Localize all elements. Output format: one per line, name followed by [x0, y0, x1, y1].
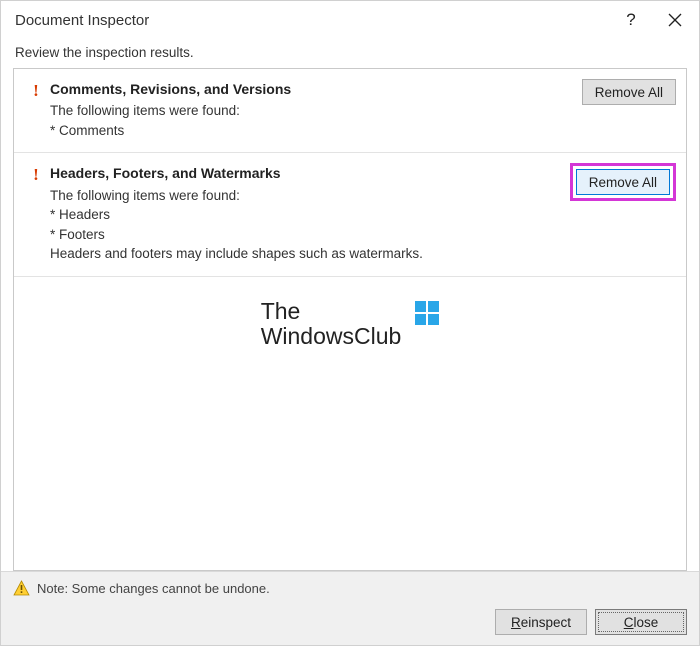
result-note: Headers and footers may include shapes s… — [50, 244, 560, 264]
alert-icon: ! — [22, 163, 50, 185]
help-button[interactable]: ? — [609, 2, 653, 38]
watermark-line2: WindowsClub — [261, 323, 402, 349]
footer-buttons: Reinspect Close — [13, 609, 687, 635]
remove-all-button[interactable]: Remove All — [582, 79, 676, 105]
close-button[interactable]: Close — [595, 609, 687, 635]
result-action: Remove All — [560, 163, 676, 201]
result-body: Comments, Revisions, and Versions The fo… — [50, 79, 572, 140]
result-found-intro: The following items were found: — [50, 101, 572, 121]
result-title: Headers, Footers, and Watermarks — [50, 163, 560, 183]
document-inspector-dialog: Document Inspector ? Review the inspecti… — [0, 0, 700, 646]
result-found-intro: The following items were found: — [50, 186, 560, 206]
result-item-comments: ! Comments, Revisions, and Versions The … — [14, 69, 686, 153]
alert-icon: ! — [22, 79, 50, 101]
watermark-line1: The — [261, 298, 301, 324]
highlight-frame: Remove All — [570, 163, 676, 201]
footer-note-text: Note: Some changes cannot be undone. — [37, 581, 270, 596]
result-title: Comments, Revisions, and Versions — [50, 79, 572, 99]
footer-note: Note: Some changes cannot be undone. — [13, 580, 687, 597]
warning-icon — [13, 580, 30, 597]
dialog-footer: Note: Some changes cannot be undone. Rei… — [1, 571, 699, 645]
close-window-button[interactable] — [653, 2, 697, 38]
watermark-text: The WindowsClub — [261, 299, 402, 350]
remove-all-button[interactable]: Remove All — [576, 169, 670, 195]
results-panel: ! Comments, Revisions, and Versions The … — [13, 68, 687, 571]
reinspect-button[interactable]: Reinspect — [495, 609, 587, 635]
result-bullet: * Headers — [50, 205, 560, 225]
result-body: Headers, Footers, and Watermarks The fol… — [50, 163, 560, 264]
result-item-headers-footers: ! Headers, Footers, and Watermarks The f… — [14, 153, 686, 277]
windows-logo-icon — [415, 301, 439, 325]
window-title: Document Inspector — [15, 12, 609, 29]
close-icon — [668, 13, 682, 27]
instruction-text: Review the inspection results. — [1, 39, 699, 68]
result-action: Remove All — [572, 79, 676, 105]
watermark-overlay: The WindowsClub — [14, 299, 686, 350]
result-bullet: * Comments — [50, 121, 572, 141]
titlebar: Document Inspector ? — [1, 1, 699, 39]
result-bullet: * Footers — [50, 225, 560, 245]
